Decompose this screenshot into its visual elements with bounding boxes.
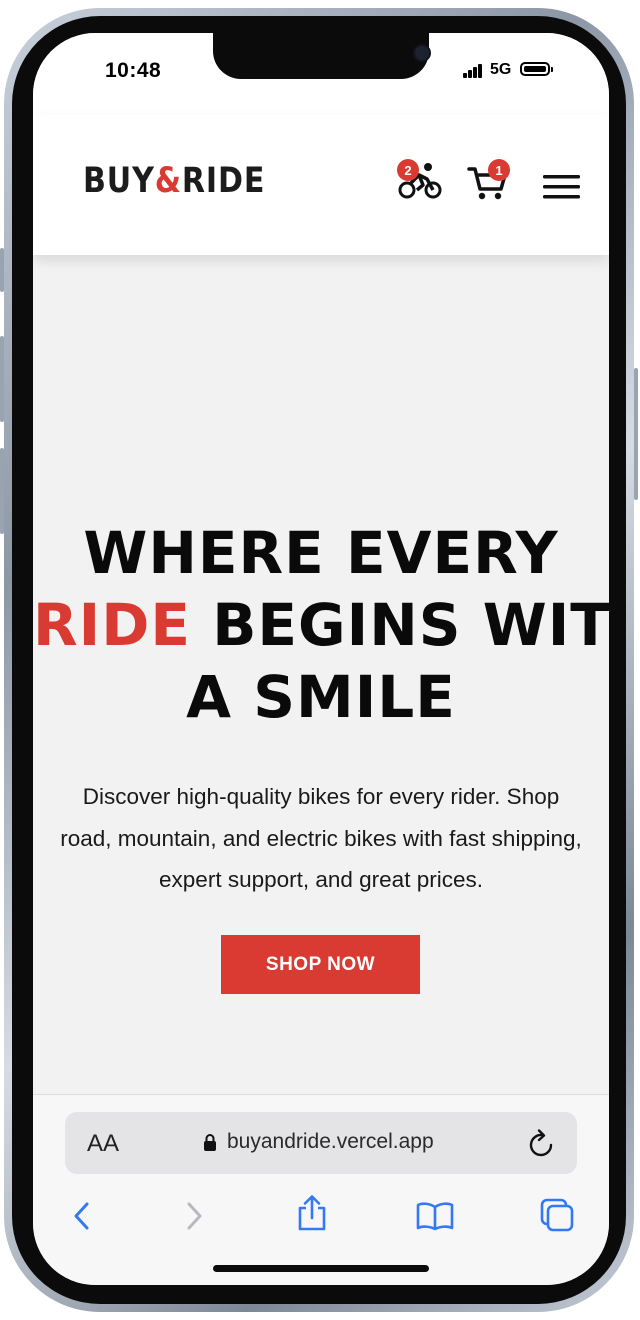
home-indicator [213,1265,429,1272]
signal-icon [463,64,485,78]
hero-subtitle: Discover high-quality bikes for every ri… [60,784,582,892]
browser-toolbar: AA buyandride.vercel.app [33,1094,609,1285]
logo-ride: RIDE [181,161,266,201]
address-bar[interactable]: AA buyandride.vercel.app [65,1112,577,1174]
cart-count-badge: 1 [488,159,510,181]
text-size-button[interactable]: AA [87,1130,119,1158]
battery-icon [520,62,553,76]
compare-count-badge: 2 [397,159,419,181]
cart-button[interactable]: 1 [467,159,517,203]
hero-section: WHERE EVERY RIDE BEGINS WITH A SMILE Dis… [33,255,609,1097]
notch [213,33,431,79]
hero-title-line-3: A SMILE [186,663,456,731]
share-icon[interactable] [295,1194,329,1232]
reload-icon[interactable] [527,1127,557,1159]
status-bar: 10:48 5G [33,33,609,115]
text-size-label: AA [87,1130,120,1157]
site-header: BUY&RIDE 2 1 [33,115,609,255]
forward-icon [187,1202,202,1230]
power-button [634,368,638,500]
mute-switch [0,248,4,292]
phone-screen: 10:48 5G BUY&RIDE 2 1 WHERE EVERY RIDE B… [33,33,609,1285]
logo-buy: BUY [83,161,155,201]
front-camera [413,44,431,62]
hero-title-line-2-rest: BEGINS WITH [212,591,609,659]
logo-ampersand: & [154,161,182,201]
hero-title: WHERE EVERY RIDE BEGINS WITH A SMILE [33,517,609,733]
menu-button[interactable] [543,172,581,202]
compare-bikes-button[interactable]: 2 [397,159,445,201]
tabs-icon[interactable] [539,1197,575,1233]
hero-title-line-1: WHERE EVERY [83,519,559,587]
shop-now-button[interactable]: SHOP NOW [221,935,420,994]
hero-title-line-2: RIDE BEGINS WITH [33,589,609,661]
hamburger-menu-icon [543,175,580,199]
lock-icon [204,1134,216,1151]
status-time: 10:48 [105,59,162,82]
url-text: buyandride.vercel.app [227,1130,434,1153]
logo[interactable]: BUY&RIDE [83,161,265,201]
volume-down-button [0,448,4,534]
back-icon[interactable] [71,1201,93,1231]
volume-up-button [0,336,4,422]
hero-title-accent: RIDE [33,591,192,659]
bookmarks-icon[interactable] [415,1201,455,1231]
network-type: 5G [490,61,512,78]
